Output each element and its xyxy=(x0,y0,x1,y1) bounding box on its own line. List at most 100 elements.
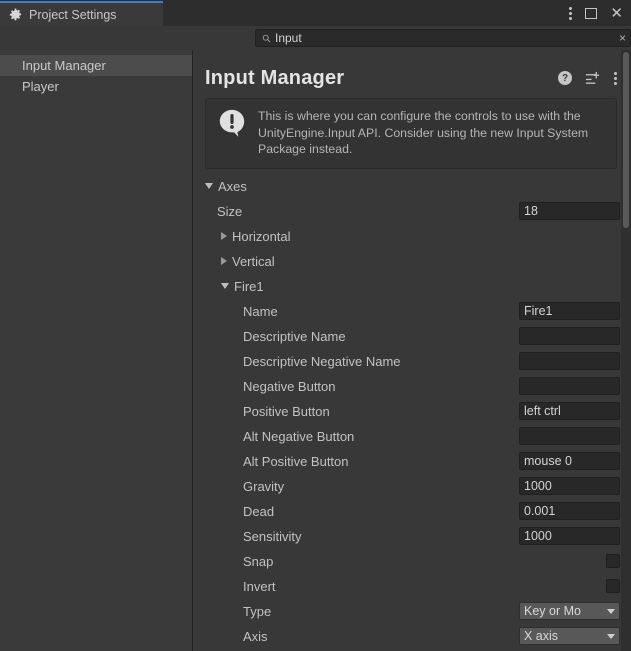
property-label: Name xyxy=(193,304,278,319)
search-icon xyxy=(262,34,271,42)
field-value: mouse 0 xyxy=(524,454,572,468)
property-label-text: Sensitivity xyxy=(243,528,302,544)
page-title: Input Manager xyxy=(205,66,345,89)
settings-sidebar: Input Manager Player xyxy=(0,50,193,651)
maximize-icon[interactable] xyxy=(585,8,598,19)
snap-checkbox[interactable] xyxy=(606,554,620,568)
positive-button-field[interactable]: left ctrl xyxy=(519,402,620,420)
property-label: Alt Negative Button xyxy=(193,429,354,444)
tab-project-settings[interactable]: Project Settings xyxy=(0,1,163,26)
field-value: 1000 xyxy=(524,529,552,543)
search-row: Input × xyxy=(0,26,631,50)
property-row: Type Key or Mo xyxy=(193,599,631,624)
info-banner-text: This is where you can configure the cont… xyxy=(258,109,589,156)
property-control: 1000 xyxy=(519,477,620,495)
property-label-text: Alt Negative Button xyxy=(243,428,355,444)
property-label: Sensitivity xyxy=(193,529,302,544)
dead-field[interactable]: 0.001 xyxy=(519,502,620,520)
property-label: Snap xyxy=(193,554,273,569)
size-field[interactable]: 18 xyxy=(519,202,620,220)
sidebar-item-input-manager[interactable]: Input Manager xyxy=(0,55,192,76)
search-input[interactable]: Input × xyxy=(255,29,631,47)
property-label-text: Alt Positive Button xyxy=(243,453,349,469)
property-row: Negative Button xyxy=(193,374,631,399)
chevron-down-icon[interactable] xyxy=(205,183,213,189)
property-row: Positive Button left ctrl xyxy=(193,399,631,424)
property-label-text: Descriptive Name xyxy=(243,328,346,344)
property-label-text: Negative Button xyxy=(243,378,336,394)
property-row: Invert xyxy=(193,574,631,599)
property-control: left ctrl xyxy=(519,402,620,420)
property-label-text: Axis xyxy=(243,628,268,644)
property-row: Descriptive Name xyxy=(193,324,631,349)
property-control xyxy=(606,579,620,593)
property-row: Horizontal xyxy=(193,224,631,249)
window-tab-bar: Project Settings ✕ xyxy=(0,0,631,26)
property-label: Horizontal xyxy=(193,229,291,244)
search-clear-icon[interactable]: × xyxy=(619,32,626,44)
invert-checkbox[interactable] xyxy=(606,579,620,593)
sidebar-item-player[interactable]: Player xyxy=(0,76,192,97)
chevron-down-icon[interactable] xyxy=(221,283,229,289)
sensitivity-field[interactable]: 1000 xyxy=(519,527,620,545)
chevron-right-icon[interactable] xyxy=(221,257,227,265)
dropdown-value: Key or Mo xyxy=(524,604,581,618)
property-label-text: Horizontal xyxy=(232,228,291,244)
property-control: 18 xyxy=(519,202,620,220)
field-value: 0.001 xyxy=(524,504,556,518)
close-icon[interactable]: ✕ xyxy=(610,6,623,21)
property-control xyxy=(519,327,620,345)
property-label: Descriptive Negative Name xyxy=(193,354,401,369)
property-row: Vertical xyxy=(193,249,631,274)
field-value: left ctrl xyxy=(524,404,561,418)
content-header: Input Manager ? xyxy=(193,50,631,94)
property-row: Gravity 1000 xyxy=(193,474,631,499)
descriptive-negative-name-field[interactable] xyxy=(519,352,620,370)
property-control xyxy=(519,377,620,395)
gear-icon xyxy=(9,8,22,21)
kebab-menu-icon[interactable] xyxy=(613,71,617,85)
property-label: Size xyxy=(193,204,242,219)
scrollbar-thumb[interactable] xyxy=(623,52,629,228)
preset-icon[interactable] xyxy=(585,71,600,86)
settings-content: Input Manager ? This is where you can co… xyxy=(193,50,631,651)
sidebar-item-label: Player xyxy=(22,79,59,94)
property-control xyxy=(519,352,620,370)
property-control: 1000 xyxy=(519,527,620,545)
project-settings-window: Project Settings ✕ Input × Input Manager xyxy=(0,0,631,651)
property-label-text: Axes xyxy=(218,178,247,194)
property-label-text: Vertical xyxy=(232,253,275,269)
property-list: Axes Size 18 Horizontal Vertical Fire1 Name Fir… xyxy=(193,174,631,651)
name-field[interactable]: Fire1 xyxy=(519,302,620,320)
property-row: Axis X axis xyxy=(193,624,631,649)
alt-negative-button-field[interactable] xyxy=(519,427,620,445)
property-label-text: Snap xyxy=(243,553,274,569)
property-label: Axis xyxy=(193,629,268,644)
property-label-text: Invert xyxy=(243,578,276,594)
type-dropdown[interactable]: Key or Mo xyxy=(519,602,620,620)
field-value: 18 xyxy=(524,204,538,218)
axis-dropdown[interactable]: X axis xyxy=(519,627,620,645)
property-row: Axes xyxy=(193,174,631,199)
tab-label: Project Settings xyxy=(29,7,117,22)
property-label-text: Fire1 xyxy=(234,278,264,294)
property-label-text: Dead xyxy=(243,503,275,519)
property-row: Size 18 xyxy=(193,199,631,224)
alt-positive-button-field[interactable]: mouse 0 xyxy=(519,452,620,470)
descriptive-name-field[interactable] xyxy=(519,327,620,345)
search-value: Input xyxy=(275,31,302,45)
info-exclamation-icon xyxy=(219,109,245,137)
property-row: Snap xyxy=(193,549,631,574)
property-label: Fire1 xyxy=(193,279,264,294)
chevron-right-icon[interactable] xyxy=(221,232,227,240)
negative-button-field[interactable] xyxy=(519,377,620,395)
property-control xyxy=(519,427,620,445)
field-value: Fire1 xyxy=(524,304,553,318)
vertical-scrollbar[interactable] xyxy=(621,50,631,651)
gravity-field[interactable]: 1000 xyxy=(519,477,620,495)
kebab-menu-icon[interactable] xyxy=(568,7,572,20)
help-icon[interactable]: ? xyxy=(558,71,572,85)
property-control xyxy=(606,554,620,568)
property-label: Dead xyxy=(193,504,274,519)
property-row: Fire1 xyxy=(193,274,631,299)
